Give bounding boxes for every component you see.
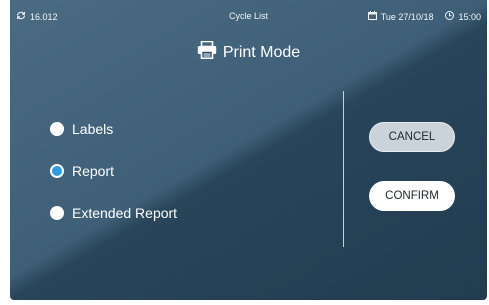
option-label: Labels — [72, 121, 114, 137]
option-extended-report[interactable]: Extended Report — [50, 205, 177, 221]
status-bar: 16.012 Cycle List Tue 27/10/18 15:00 — [10, 0, 487, 22]
option-labels[interactable]: Labels — [50, 121, 113, 137]
clock-icon — [445, 11, 455, 22]
radio-button[interactable] — [50, 206, 64, 220]
page-title: Print Mode — [10, 40, 487, 64]
confirm-button[interactable]: CONFIRM — [369, 181, 455, 211]
radio-button-selected[interactable] — [50, 164, 64, 178]
option-report[interactable]: Report — [50, 163, 114, 179]
calendar-icon — [367, 11, 377, 22]
print-mode-screen: 16.012 Cycle List Tue 27/10/18 15:00 Pri… — [10, 0, 487, 300]
option-label: Extended Report — [72, 205, 178, 221]
option-label: Report — [72, 163, 115, 179]
date-time: Tue 27/10/18 15:00 — [367, 11, 481, 22]
time-text: 15:00 — [458, 11, 481, 22]
vertical-divider — [343, 91, 344, 247]
page-title-text: Print Mode — [222, 43, 301, 61]
radio-button[interactable] — [50, 122, 64, 136]
date-text: Tue 27/10/18 — [380, 11, 434, 22]
cancel-button[interactable]: CANCEL — [369, 122, 455, 152]
printer-icon — [197, 40, 217, 64]
